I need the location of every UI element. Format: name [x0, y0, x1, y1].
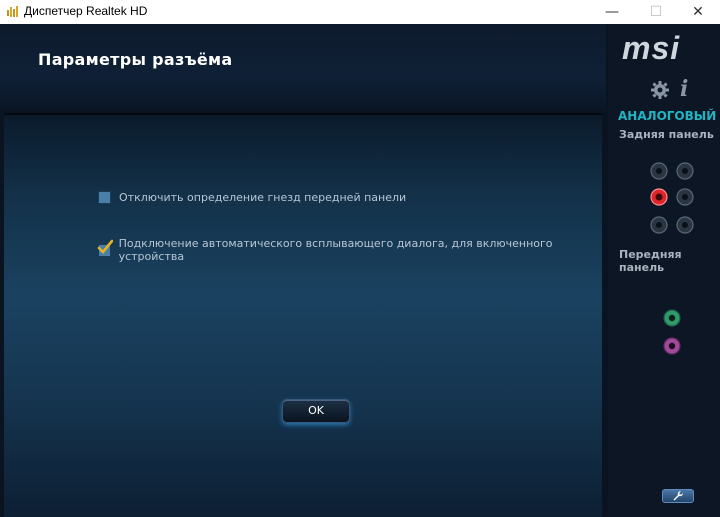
option-label: Подключение автоматического всплывающего… [118, 237, 553, 263]
rear-jack-active[interactable] [650, 188, 668, 206]
rear-jack-2[interactable] [676, 162, 694, 180]
minimize-button[interactable]: — [592, 0, 632, 24]
checkbox-disable-front-panel-detection[interactable] [98, 191, 111, 204]
realtek-app-icon [7, 6, 18, 17]
checkbox-auto-popup-dialog[interactable] [97, 239, 113, 257]
analog-section-title: АНАЛОГОВЫЙ [618, 109, 717, 123]
option-auto-popup-dialog[interactable]: Подключение автоматического всплывающего… [97, 237, 602, 263]
connector-settings-panel: Отключить определение гнезд передней пан… [4, 113, 602, 517]
close-button[interactable]: ✕ [678, 0, 718, 24]
rear-jack-6[interactable] [676, 216, 694, 234]
dialog-header: Параметры разъёма [0, 24, 606, 110]
front-jack-green[interactable] [663, 309, 681, 327]
option-disable-front-panel-detection[interactable]: Отключить определение гнезд передней пан… [98, 191, 406, 204]
info-icon[interactable]: i [680, 76, 688, 102]
window-titlebar: Диспетчер Realtek HD — ☐ ✕ [0, 0, 720, 24]
front-jack-pink[interactable] [663, 337, 681, 355]
front-panel-label: Передняя панель [619, 248, 682, 274]
device-side-panel: msi i АНАЛОГОВЫЙ Задняя панель Передняя … [608, 24, 720, 517]
maximize-button[interactable]: ☐ [636, 0, 676, 24]
rear-jack-4[interactable] [676, 188, 694, 206]
svg-text:msi: msi [622, 30, 680, 66]
window-title: Диспетчер Realtek HD [24, 4, 148, 18]
rear-panel-label: Задняя панель [619, 128, 714, 141]
rear-jack-5[interactable] [650, 216, 668, 234]
page-title: Параметры разъёма [38, 50, 233, 69]
advanced-settings-button[interactable] [662, 489, 694, 503]
app-frame: Параметры разъёма Отключить определение … [0, 24, 720, 517]
rear-jack-1[interactable] [650, 162, 668, 180]
option-label: Отключить определение гнезд передней пан… [119, 191, 407, 204]
wrench-icon [673, 490, 684, 501]
ok-button[interactable]: OK [282, 399, 350, 423]
gear-icon[interactable] [650, 80, 670, 100]
checkmark-icon [97, 239, 113, 254]
msi-logo: msi [622, 30, 680, 66]
